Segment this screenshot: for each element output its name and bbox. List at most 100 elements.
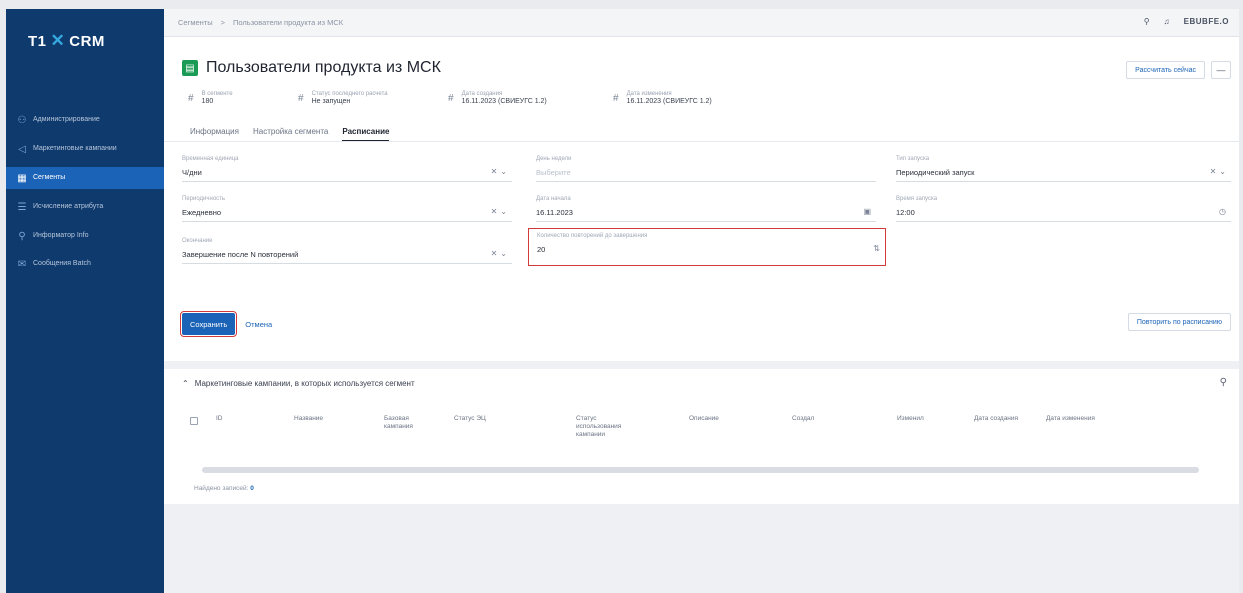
schedule-form: Временная единица Ч/дни ✕⌄ День недели В… [164, 141, 1239, 361]
meta-status: # Статус последнего расчета Не запущен [298, 91, 448, 105]
start-type-select[interactable]: Тип запуска Периодический запуск ✕⌄ [896, 152, 1231, 182]
hash-icon: # [188, 92, 194, 104]
meta-label: Статус последнего расчета [311, 91, 388, 97]
top-bar: Сегменты > Пользователи продукта из МСК … [164, 9, 1239, 37]
tab-schedule[interactable]: Расписание [342, 127, 390, 142]
column-header[interactable]: Описание [689, 415, 719, 423]
period-select[interactable]: Временная единица Ч/дни ✕⌄ [182, 152, 512, 182]
field-value: Ежедневно [182, 208, 222, 217]
app-logo[interactable]: T1 ✕ CRM [28, 31, 105, 51]
sidebar-item-informer[interactable]: ⚲ Информатор Info [6, 225, 164, 247]
calculate-now-button[interactable]: Рассчитать сейчас [1126, 61, 1205, 79]
sidebar-item-batch[interactable]: ✉ Сообщения Batch [6, 253, 164, 275]
segment-meta: # В сегменте 180 # Статус последнего рас… [188, 91, 783, 105]
periodicity-select[interactable]: Периодичность Ежедневно ✕⌄ [182, 192, 512, 222]
field-label: Количество повторений до завершения [537, 233, 648, 239]
column-header[interactable]: Базовая кампания [384, 415, 424, 431]
page-title: Пользователи продукта из МСК [206, 59, 441, 76]
search-icon[interactable]: ⚲ [1220, 377, 1227, 388]
clear-chevron-icon[interactable]: ✕⌄ [1210, 167, 1229, 176]
meta-label: Дата изменения [626, 91, 672, 97]
top-actions: ⚲ ♫ EBUBFE.O [1144, 17, 1229, 26]
field-label: Дата начала [536, 196, 571, 202]
sidebar-item-label: Информатор Info [33, 232, 89, 239]
stepper-icon[interactable]: ⇅ [873, 244, 883, 253]
user-name[interactable]: EBUBFE.O [1184, 17, 1229, 26]
grid-icon: ▦ [17, 172, 27, 184]
app-frame: T1 ✕ CRM ⚇ Администрирование ◁ Маркетинг… [6, 9, 1239, 593]
repetitions-input[interactable]: Количество повторений до завершения 20 ⇅ [528, 228, 886, 266]
horizontal-scrollbar[interactable] [202, 467, 1199, 473]
sidebar-item-label: Сегменты [33, 174, 66, 181]
column-header[interactable]: Дата изменения [1046, 415, 1095, 423]
bell-icon[interactable]: ♫ [1164, 17, 1170, 26]
start-date-field[interactable]: Дата начала 16.11.2023 ▣ [536, 192, 876, 222]
search-person-icon: ⚲ [18, 230, 26, 242]
more-button[interactable]: — [1211, 61, 1231, 79]
header-actions: Рассчитать сейчас — [1126, 61, 1231, 79]
field-label: День недели [536, 156, 572, 162]
select-all-checkbox[interactable] [190, 417, 198, 425]
records-found-count: 0 [250, 485, 254, 492]
end-condition-select[interactable]: Окончание Завершение после N повторений … [182, 234, 512, 264]
sidebar-item-campaigns[interactable]: ◁ Маркетинговые кампании [6, 137, 164, 161]
breadcrumb-current: Пользователи продукта из МСК [233, 18, 344, 27]
column-header[interactable]: Статус использования кампании [576, 415, 626, 439]
breadcrumb-separator: > [220, 18, 226, 27]
logo-suffix: CRM [69, 32, 105, 50]
meta-modified: # Дата изменения 16.11.2023 (СВИЕУГС 1.2… [613, 91, 783, 105]
table-header: ID Название Базовая кампания Статус ЭЦ С… [184, 415, 1219, 455]
meta-value: 16.11.2023 (СВИЕУГС 1.2) [626, 98, 712, 105]
column-header[interactable]: Статус ЭЦ [454, 415, 486, 423]
schedule-repeat-button[interactable]: Повторить по расписанию [1127, 313, 1231, 331]
field-label: Периодичность [182, 196, 226, 202]
campaigns-header[interactable]: ⌃ Маркетинговые кампании, в которых испо… [182, 379, 415, 388]
hash-icon: # [298, 92, 304, 104]
start-time-field[interactable]: Время запуска 12:00 ◷ [896, 192, 1231, 222]
field-value: 16.11.2023 [536, 208, 573, 217]
sidebar-item-attributes[interactable]: ☰ Исчисление атрибута [6, 195, 164, 219]
column-header[interactable]: ID [216, 415, 223, 423]
logo-text: T1 [28, 32, 47, 50]
tab-information[interactable]: Информация [190, 127, 239, 142]
column-header[interactable]: Создал [792, 415, 814, 423]
cancel-button[interactable]: Отмена [245, 320, 272, 329]
calendar-icon[interactable]: ▣ [863, 207, 874, 216]
column-header[interactable]: Название [294, 415, 323, 423]
sidebar-item-label: Маркетинговые кампании [33, 145, 117, 152]
clear-chevron-icon[interactable]: ✕⌄ [491, 207, 510, 216]
sidebar-item-segments[interactable]: ▦ Сегменты [6, 167, 164, 189]
sidebar: T1 ✕ CRM ⚇ Администрирование ◁ Маркетинг… [6, 9, 164, 593]
logo-x-icon: ✕ [50, 31, 66, 50]
records-found-label: Найдено записей: [194, 485, 249, 492]
message-icon: ✉ [17, 258, 27, 270]
people-icon: ⚇ [17, 114, 27, 126]
field-label: Время запуска [896, 196, 938, 202]
breadcrumb-segments[interactable]: Сегменты [178, 18, 213, 27]
sidebar-item-admin[interactable]: ⚇ Администрирование [6, 109, 164, 131]
field-value: 12:00 [896, 208, 915, 217]
megaphone-icon: ◁ [18, 143, 26, 155]
meta-label: Дата создания [461, 91, 503, 97]
sidebar-item-label: Сообщения Batch [33, 260, 91, 267]
form-actions: Сохранить Отмена [179, 311, 272, 337]
column-header[interactable]: Изменил [897, 415, 924, 423]
field-value: Ч/дни [182, 168, 202, 177]
column-header[interactable]: Дата создания [974, 415, 1018, 423]
field-value: 20 [537, 245, 546, 254]
segment-icon: ▤ [182, 60, 198, 76]
clock-icon[interactable]: ◷ [1219, 207, 1229, 216]
collapse-chevron-icon[interactable]: ⌃ [182, 379, 189, 388]
clear-chevron-icon[interactable]: ✕⌄ [491, 249, 510, 258]
list-icon: ☰ [17, 201, 27, 213]
search-icon[interactable]: ⚲ [1144, 17, 1150, 26]
meta-count: # В сегменте 180 [188, 91, 298, 105]
clear-chevron-icon[interactable]: ✕⌄ [491, 167, 510, 176]
day-of-week-select[interactable]: День недели Выберите [536, 152, 876, 182]
hash-icon: # [448, 92, 454, 104]
sidebar-nav: ⚇ Администрирование ◁ Маркетинговые камп… [6, 109, 164, 281]
field-label: Окончание [182, 238, 213, 244]
tab-segment-settings[interactable]: Настройка сегмента [253, 127, 328, 142]
save-button[interactable]: Сохранить [179, 311, 238, 337]
sidebar-item-label: Исчисление атрибута [33, 203, 104, 210]
